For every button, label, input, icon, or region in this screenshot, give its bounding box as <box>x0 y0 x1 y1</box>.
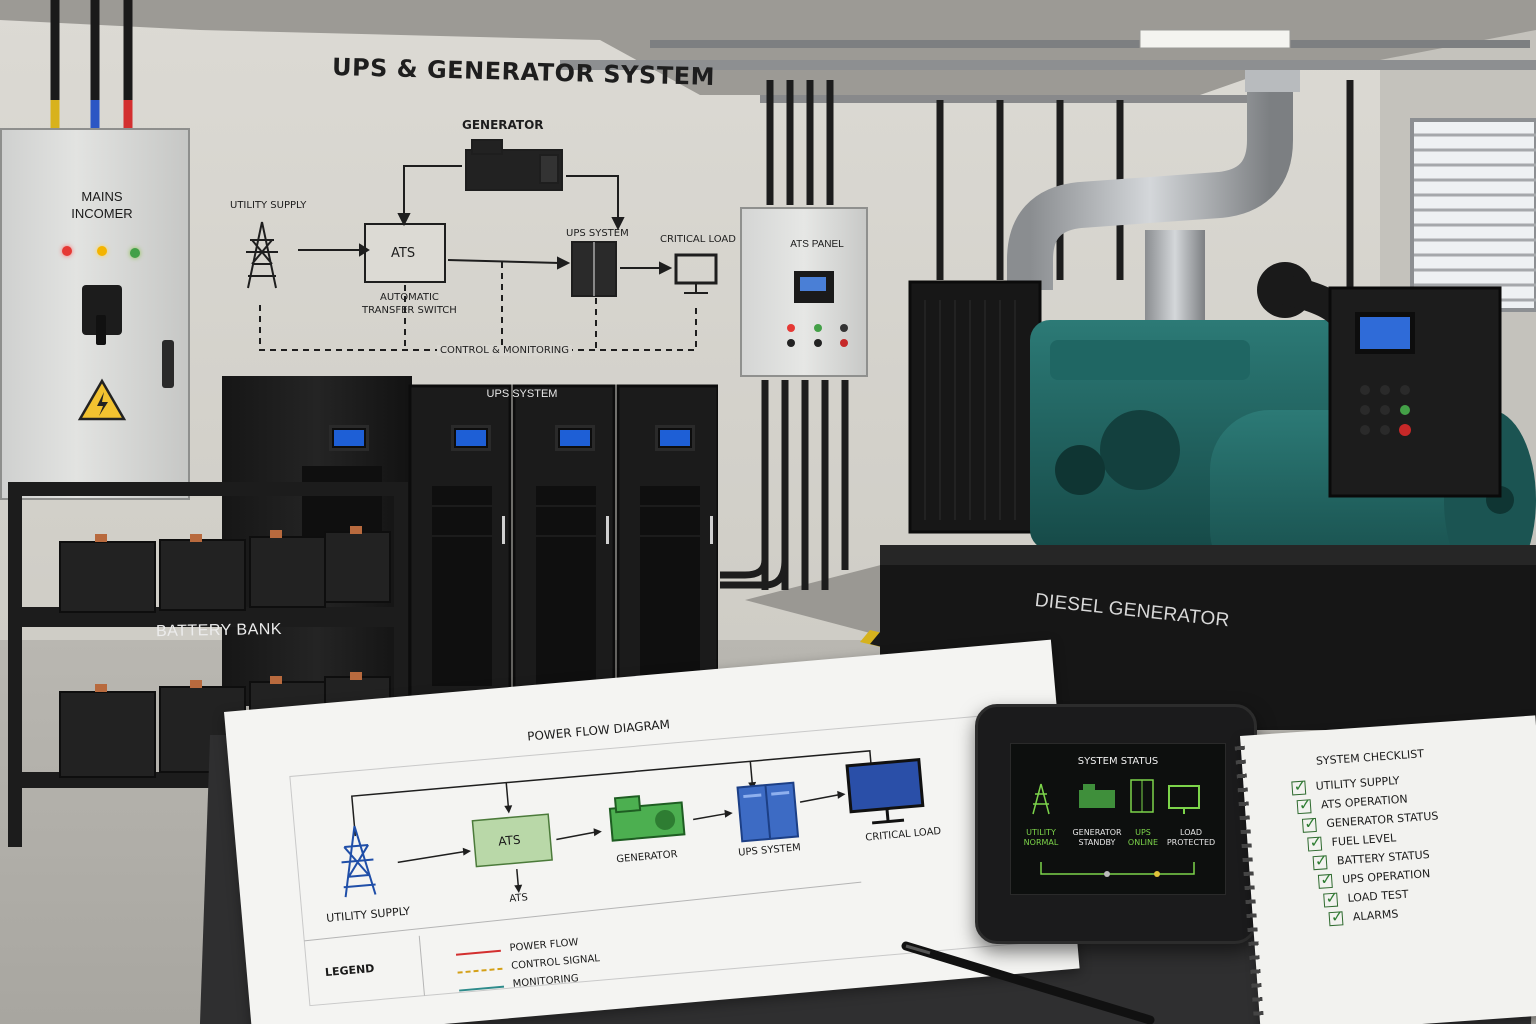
ups-display-1 <box>332 428 366 448</box>
checklist-title: SYSTEM CHECKLIST <box>1315 747 1425 768</box>
tablet-load-line1: LOAD <box>1180 828 1202 837</box>
tablet-icons <box>1032 779 1200 877</box>
wall-utility-label: UTILITY SUPPLY <box>230 200 307 211</box>
ats-panel: ATS PANEL <box>740 207 868 377</box>
ats-button[interactable] <box>840 324 848 332</box>
tablet-generator-line2: STANDBY <box>1078 838 1116 847</box>
power-flow-ats-box-label: ATS <box>497 832 522 849</box>
power-flow-ats-label: ATS <box>508 892 529 905</box>
ats-green-light <box>814 324 822 332</box>
checkbox-checked-icon[interactable] <box>1291 780 1307 795</box>
checklist-notebook: SYSTEM CHECKLIST UTILITY SUPPLY ATS OPER… <box>1234 715 1536 1024</box>
wall-ups-label: UPS SYSTEM <box>566 228 629 239</box>
checkbox-checked-icon[interactable] <box>1323 892 1339 908</box>
tablet-generator-icon <box>1079 784 1115 808</box>
cabinet-handle[interactable] <box>162 340 174 388</box>
ups-display-4 <box>658 428 692 448</box>
tablet-monitor-icon <box>1168 785 1200 814</box>
tablet-ups-icon <box>1130 779 1154 813</box>
wall-generator-icon <box>465 139 563 191</box>
hazard-warning-icon <box>77 378 127 421</box>
utility-pylon-icon <box>246 221 278 289</box>
wall-ats-caption-1: AUTOMATIC <box>380 292 439 303</box>
pen-graphic <box>901 941 1155 1024</box>
mains-incomer-label: MAINS INCOMER <box>2 188 202 222</box>
wall-generator-label: GENERATOR <box>462 118 544 132</box>
tablet-load-line2: PROTECTED <box>1166 838 1216 847</box>
tablet-ups-line2: ONLINE <box>1127 838 1159 847</box>
checklist-item-label: ALARMS <box>1352 907 1399 924</box>
scene: UPS & GENERATOR SYSTEM GENERATOR UTILITY… <box>0 0 1536 1024</box>
tablet-generator-line1: GENERATOR <box>1072 828 1122 837</box>
tablet-utility-line1: UTILITY <box>1026 828 1056 837</box>
wall-ats-caption-2: TRANSFER SWITCH <box>362 305 457 316</box>
ats-panel-display <box>794 271 834 303</box>
ats-knob-left[interactable] <box>787 339 795 347</box>
status-tablet[interactable]: SYSTEM STATUS UTILITY NORMAL GENERATOR S… <box>975 704 1257 944</box>
ups-display-3 <box>558 428 592 448</box>
isolator-switch[interactable] <box>82 285 122 345</box>
mains-incomer-line1: MAINS <box>81 189 123 204</box>
power-flow-ups-icon <box>736 781 800 843</box>
power-flow-generator-icon <box>608 795 686 842</box>
ats-knob-mid[interactable] <box>814 339 822 347</box>
tablet-status-load: LOAD PROTECTED <box>1161 828 1221 848</box>
checkbox-checked-icon[interactable] <box>1328 910 1344 926</box>
red-indicator-light <box>62 246 72 256</box>
wall-ups-icon <box>571 241 617 297</box>
tablet-pylon-icon <box>1032 783 1050 815</box>
wall-control-monitoring-label: CONTROL & MONITORING <box>437 345 573 356</box>
wall-critical-load-label: CRITICAL LOAD <box>660 234 736 245</box>
tablet-status-generator: GENERATOR STANDBY <box>1069 828 1125 848</box>
checkbox-checked-icon[interactable] <box>1307 836 1323 852</box>
legend-control-signal-line <box>457 967 503 974</box>
checkbox-checked-icon[interactable] <box>1317 873 1333 889</box>
mains-incomer-cabinet: MAINS INCOMER <box>0 128 190 500</box>
checkbox-checked-icon[interactable] <box>1296 798 1312 814</box>
checkbox-checked-icon[interactable] <box>1312 854 1328 870</box>
ups-cabinet-label: UPS SYSTEM <box>486 388 558 400</box>
checklist-item-label: FUEL LEVEL <box>1331 831 1397 849</box>
wall-ats-label: ATS <box>391 246 416 261</box>
wall-monitor-icon <box>674 253 718 294</box>
tablet-ups-line1: UPS <box>1135 828 1151 837</box>
ups-display-2 <box>454 428 488 448</box>
power-flow-monitor-icon <box>845 758 925 825</box>
checkbox-checked-icon[interactable] <box>1301 817 1317 833</box>
ats-red-light <box>787 324 795 332</box>
ats-stop-button[interactable] <box>840 339 848 347</box>
checklist-items: UTILITY SUPPLY ATS OPERATION GENERATOR S… <box>1291 768 1446 930</box>
checklist-item-label: LOAD TEST <box>1347 887 1409 905</box>
tablet-utility-line2: NORMAL <box>1023 838 1059 847</box>
legend-monitoring-line <box>459 985 505 992</box>
ats-panel-label: ATS PANEL <box>790 239 844 250</box>
amber-indicator-light <box>97 246 107 256</box>
utility-pylon-blue-icon <box>341 825 377 898</box>
legend-power-flow-line <box>455 949 501 956</box>
tablet-status-utility: UTILITY NORMAL <box>1019 828 1063 848</box>
battery-bank-label: BATTERY BANK <box>155 620 283 641</box>
green-indicator-light <box>130 248 140 258</box>
mains-incomer-line2: INCOMER <box>71 206 133 221</box>
tablet-screen[interactable]: SYSTEM STATUS UTILITY NORMAL GENERATOR S… <box>1010 743 1226 895</box>
tablet-status-ups: UPS ONLINE <box>1123 828 1163 848</box>
